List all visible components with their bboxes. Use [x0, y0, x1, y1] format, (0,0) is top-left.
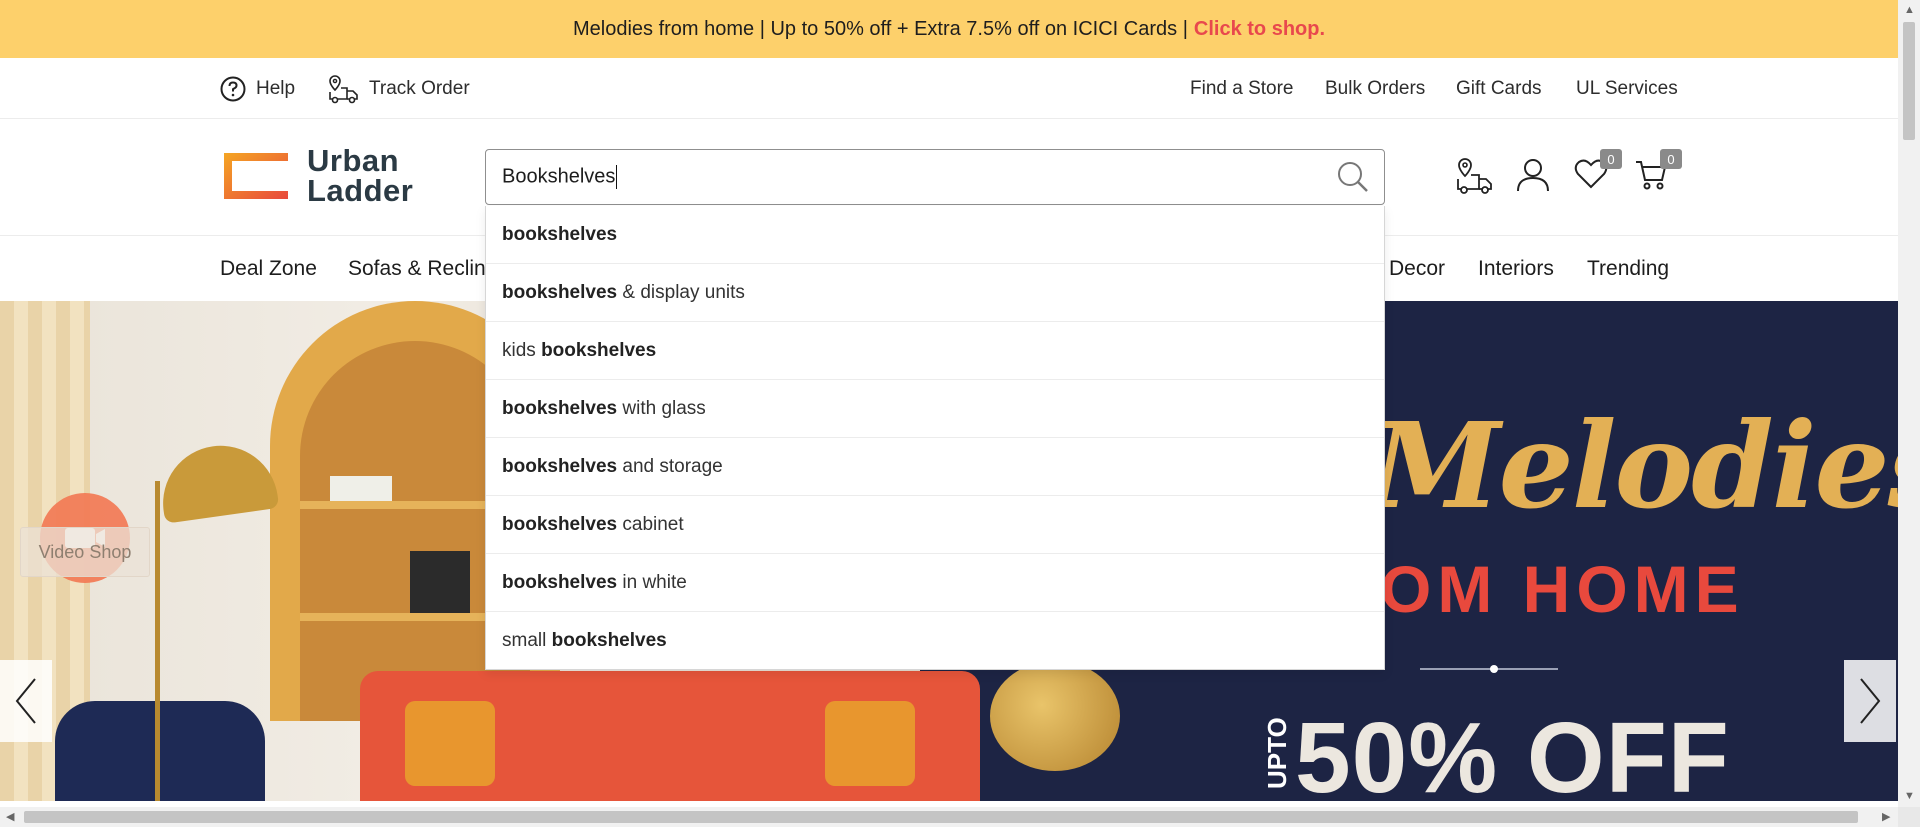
search-input[interactable]: Bookshelves: [502, 165, 618, 189]
chevron-right-icon: [1860, 678, 1881, 724]
search-suggestion-item[interactable]: small bookshelves: [486, 612, 1384, 670]
track-order-link[interactable]: Track Order: [327, 58, 470, 119]
hero-divider: [1420, 668, 1558, 670]
logo-line2: Ladder: [307, 173, 414, 208]
suggestion-bold-text: bookshelves: [502, 455, 618, 477]
search-icon[interactable]: [1336, 160, 1370, 194]
delivery-location-button[interactable]: [1454, 157, 1494, 203]
cushion-graphic: [825, 701, 915, 786]
horizontal-scroll-thumb[interactable]: [24, 811, 1858, 823]
search-suggestions: bookshelves bookshelves & display units ki…: [485, 206, 1385, 670]
account-button[interactable]: [1516, 157, 1550, 203]
suggestion-post-text: & display units: [617, 281, 745, 303]
hero-divider-dot: [1490, 665, 1498, 673]
track-order-label: Track Order: [369, 77, 470, 99]
suggestion-bold-text: bookshelves: [502, 281, 618, 303]
suggestion-bold-text: bookshelves: [502, 513, 618, 535]
search-suggestion-item[interactable]: kids bookshelves: [486, 322, 1384, 380]
books-graphic: [330, 476, 392, 501]
video-shop-label[interactable]: Video Shop: [20, 527, 150, 577]
logo-wordmark: Urban Ladder: [307, 143, 414, 208]
suggestion-pre-text: small: [502, 630, 552, 651]
suggestion-post-text: and storage: [617, 455, 723, 477]
scroll-up-icon[interactable]: ▲: [1904, 4, 1915, 16]
cart-count-badge: 0: [1660, 149, 1682, 169]
chevron-left-icon: [15, 678, 36, 724]
help-label: Help: [256, 77, 296, 99]
nav-item-deal-zone[interactable]: Deal Zone: [220, 237, 317, 301]
logo-line1: Urban: [307, 143, 400, 178]
help-icon: [220, 76, 246, 101]
bulk-orders-link[interactable]: Bulk Orders: [1325, 58, 1425, 119]
gift-cards-link[interactable]: Gift Cards: [1456, 58, 1542, 119]
gramophone-graphic: [990, 661, 1120, 771]
suggestion-bold-text: bookshelves: [502, 571, 618, 593]
utility-bar: Help Track Order Find a Store Bulk Order…: [0, 58, 1898, 119]
truck-location-icon: [329, 74, 358, 103]
hero-offer: 50% OFF: [1295, 702, 1730, 801]
search-suggestion-item[interactable]: bookshelves with glass: [486, 380, 1384, 438]
nav-item-interiors[interactable]: Interiors: [1478, 237, 1554, 301]
vertical-scroll-thumb[interactable]: [1903, 22, 1915, 140]
lamp-pole-graphic: [155, 481, 160, 801]
cart-button[interactable]: 0: [1634, 149, 1682, 203]
horizontal-scrollbar[interactable]: ◀ ▶: [0, 807, 1898, 827]
urban-ladder-logo[interactable]: Urban Ladder: [220, 143, 414, 208]
vertical-scrollbar[interactable]: ▲ ▼: [1898, 0, 1920, 807]
help-link[interactable]: Help: [220, 58, 295, 119]
suggestion-bold-text: bookshelves: [551, 630, 667, 651]
scroll-left-icon[interactable]: ◀: [6, 810, 14, 823]
suggestion-post-text: with glass: [617, 397, 706, 419]
books-graphic: [410, 551, 470, 613]
hero-title: Melodies: [1370, 396, 1898, 535]
suggestion-post-text: cabinet: [617, 513, 684, 535]
armchair-graphic: [55, 701, 265, 801]
suggestion-bold-text: bookshelves: [502, 223, 618, 245]
logo-mark-icon: [224, 153, 288, 199]
hero-upto: UPTO: [1262, 717, 1292, 789]
text-caret: [616, 165, 618, 189]
wishlist-count-badge: 0: [1600, 149, 1622, 169]
hero-subtitle: OM HOME: [1380, 552, 1745, 626]
scroll-down-icon[interactable]: ▼: [1904, 790, 1915, 802]
search-suggestion-item[interactable]: bookshelves in white: [486, 554, 1384, 612]
search-suggestion-item[interactable]: bookshelves and storage: [486, 438, 1384, 496]
promo-text: Melodies from home | Up to 50% off + Ext…: [572, 17, 1188, 40]
wishlist-button[interactable]: 0: [1574, 149, 1622, 203]
cushion-graphic: [405, 701, 495, 786]
nav-item-sofas-recliners[interactable]: Sofas & Reclin: [348, 237, 486, 301]
promo-banner[interactable]: Melodies from home | Up to 50% off + Ext…: [0, 0, 1898, 58]
delivery-location-icon: [1457, 158, 1492, 194]
carousel-next-button[interactable]: [1844, 660, 1896, 742]
search-suggestion-item[interactable]: bookshelves cabinet: [486, 496, 1384, 554]
search-box[interactable]: Bookshelves: [485, 149, 1385, 205]
user-icon: [1517, 159, 1549, 192]
ul-services-link[interactable]: UL Services: [1576, 58, 1678, 119]
suggestion-post-text: in white: [617, 571, 687, 593]
promo-link[interactable]: Click to shop.: [1194, 18, 1325, 41]
search-suggestion-item[interactable]: bookshelves & display units: [486, 264, 1384, 322]
scrollbar-corner: [1898, 807, 1920, 827]
scroll-right-icon[interactable]: ▶: [1882, 810, 1890, 823]
find-store-link[interactable]: Find a Store: [1190, 58, 1294, 119]
lamp-graphic: [155, 438, 280, 524]
search-input-value: Bookshelves: [502, 165, 616, 188]
carousel-prev-button[interactable]: [0, 660, 52, 742]
nav-item-decor[interactable]: Decor: [1389, 237, 1445, 301]
nav-item-trending[interactable]: Trending: [1587, 237, 1669, 301]
suggestion-bold-text: bookshelves: [502, 397, 618, 419]
search-suggestion-item[interactable]: bookshelves: [486, 206, 1384, 264]
suggestion-pre-text: kids: [502, 339, 542, 361]
suggestion-bold-text: bookshelves: [541, 339, 657, 361]
